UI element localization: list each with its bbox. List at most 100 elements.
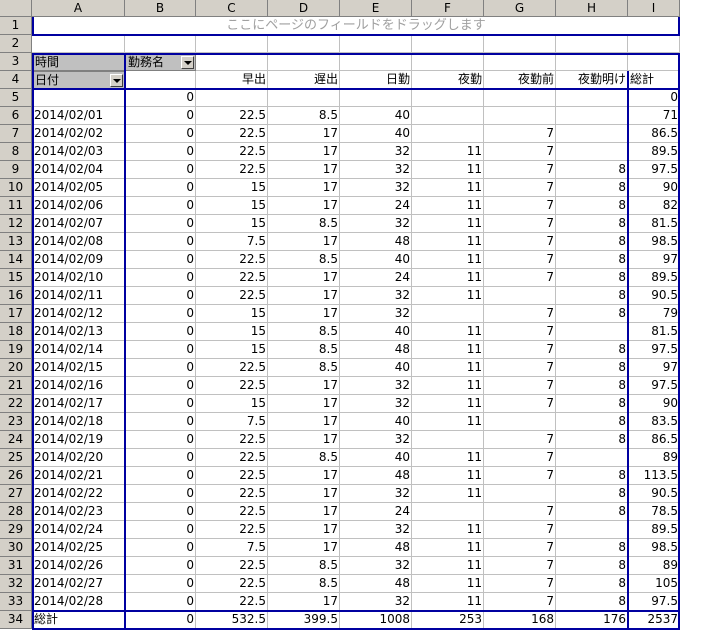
value-cell[interactable]: 32 xyxy=(340,143,412,161)
row-header-22[interactable]: 22 xyxy=(0,395,32,413)
row-total-cell[interactable]: 97.5 xyxy=(628,341,680,359)
value-cell[interactable]: 17 xyxy=(268,179,340,197)
value-cell[interactable] xyxy=(196,89,268,107)
value-cell[interactable] xyxy=(556,143,628,161)
value-cell[interactable]: 17 xyxy=(268,233,340,251)
value-cell[interactable]: 176 xyxy=(556,611,628,629)
value-cell[interactable]: 32 xyxy=(340,305,412,323)
row-total-cell[interactable]: 81.5 xyxy=(628,323,680,341)
value-cell[interactable]: 8 xyxy=(556,395,628,413)
value-cell[interactable]: 399.5 xyxy=(268,611,340,629)
value-cell[interactable]: 32 xyxy=(340,287,412,305)
grid-cell[interactable] xyxy=(196,35,268,53)
row-total-cell[interactable]: 90.5 xyxy=(628,287,680,305)
value-cell[interactable]: 7 xyxy=(484,233,556,251)
value-cell[interactable]: 11 xyxy=(412,341,484,359)
date-cell[interactable]: 2014/02/12 xyxy=(32,305,125,323)
value-cell[interactable]: 32 xyxy=(340,557,412,575)
date-cell[interactable]: 2014/02/10 xyxy=(32,269,125,287)
value-cell[interactable]: 7 xyxy=(484,215,556,233)
value-cell[interactable]: 11 xyxy=(412,143,484,161)
value-cell[interactable]: 8 xyxy=(556,215,628,233)
column-header-g[interactable]: G xyxy=(484,0,556,17)
value-cell[interactable]: 11 xyxy=(412,395,484,413)
column-header-h[interactable]: H xyxy=(556,0,628,17)
pivot-column-header[interactable]: 遅出 xyxy=(268,71,340,89)
value-cell[interactable]: 8 xyxy=(556,413,628,431)
value-cell[interactable]: 0 xyxy=(125,251,196,269)
value-cell[interactable]: 17 xyxy=(268,413,340,431)
value-cell[interactable]: 48 xyxy=(340,575,412,593)
value-cell[interactable]: 0 xyxy=(125,179,196,197)
row-header-24[interactable]: 24 xyxy=(0,431,32,449)
date-cell[interactable]: 2014/02/19 xyxy=(32,431,125,449)
row-header-16[interactable]: 16 xyxy=(0,287,32,305)
value-cell[interactable]: 0 xyxy=(125,287,196,305)
date-cell[interactable]: 2014/02/26 xyxy=(32,557,125,575)
value-cell[interactable]: 17 xyxy=(268,431,340,449)
value-cell[interactable]: 0 xyxy=(125,611,196,629)
pivot-column-header[interactable]: 夜勤 xyxy=(412,71,484,89)
value-cell[interactable]: 11 xyxy=(412,377,484,395)
value-cell[interactable]: 11 xyxy=(412,233,484,251)
value-cell[interactable]: 17 xyxy=(268,503,340,521)
row-header-25[interactable]: 25 xyxy=(0,449,32,467)
value-cell[interactable]: 24 xyxy=(340,503,412,521)
value-cell[interactable]: 7 xyxy=(484,467,556,485)
grid-cell[interactable] xyxy=(484,35,556,53)
row-field-dropdown-icon[interactable] xyxy=(110,74,123,87)
date-cell[interactable]: 2014/02/02 xyxy=(32,125,125,143)
value-cell[interactable]: 8 xyxy=(556,233,628,251)
value-cell[interactable]: 7 xyxy=(484,539,556,557)
value-cell[interactable]: 0 xyxy=(125,593,196,611)
date-cell[interactable]: 2014/02/11 xyxy=(32,287,125,305)
value-cell[interactable] xyxy=(268,89,340,107)
value-cell[interactable]: 0 xyxy=(125,395,196,413)
value-cell[interactable]: 22.5 xyxy=(196,449,268,467)
value-cell[interactable]: 11 xyxy=(412,197,484,215)
value-cell[interactable]: 22.5 xyxy=(196,485,268,503)
grid-cell[interactable] xyxy=(340,53,412,71)
row-total-cell[interactable]: 98.5 xyxy=(628,539,680,557)
row-total-cell[interactable]: 71 xyxy=(628,107,680,125)
value-cell[interactable]: 8.5 xyxy=(268,575,340,593)
value-cell[interactable] xyxy=(484,107,556,125)
value-cell[interactable]: 32 xyxy=(340,431,412,449)
row-header-23[interactable]: 23 xyxy=(0,413,32,431)
value-cell[interactable]: 22.5 xyxy=(196,107,268,125)
value-cell[interactable]: 7 xyxy=(484,431,556,449)
row-total-cell[interactable]: 0 xyxy=(628,89,680,107)
value-cell[interactable]: 1008 xyxy=(340,611,412,629)
row-header-4[interactable]: 4 xyxy=(0,71,32,89)
value-cell[interactable]: 40 xyxy=(340,359,412,377)
value-cell[interactable]: 11 xyxy=(412,467,484,485)
select-all-corner[interactable] xyxy=(0,0,32,17)
value-cell[interactable] xyxy=(556,89,628,107)
value-cell[interactable]: 8 xyxy=(556,197,628,215)
value-cell[interactable]: 0 xyxy=(125,197,196,215)
value-cell[interactable]: 0 xyxy=(125,503,196,521)
value-cell[interactable]: 15 xyxy=(196,323,268,341)
value-cell[interactable]: 8 xyxy=(556,287,628,305)
date-cell[interactable]: 2014/02/25 xyxy=(32,539,125,557)
row-total-cell[interactable]: 89.5 xyxy=(628,521,680,539)
value-cell[interactable]: 11 xyxy=(412,323,484,341)
pivot-column-header[interactable]: 夜勤前 xyxy=(484,71,556,89)
value-cell[interactable]: 7 xyxy=(484,269,556,287)
row-header-12[interactable]: 12 xyxy=(0,215,32,233)
value-cell[interactable]: 17 xyxy=(268,305,340,323)
value-cell[interactable]: 7 xyxy=(484,449,556,467)
value-cell[interactable]: 17 xyxy=(268,485,340,503)
value-cell[interactable]: 11 xyxy=(412,521,484,539)
column-header-c[interactable]: C xyxy=(196,0,268,17)
value-cell[interactable]: 0 xyxy=(125,305,196,323)
grid-cell[interactable] xyxy=(412,35,484,53)
row-header-7[interactable]: 7 xyxy=(0,125,32,143)
value-cell[interactable]: 17 xyxy=(268,197,340,215)
value-cell[interactable]: 0 xyxy=(125,341,196,359)
value-cell[interactable]: 40 xyxy=(340,125,412,143)
value-cell[interactable]: 0 xyxy=(125,269,196,287)
value-cell[interactable]: 0 xyxy=(125,449,196,467)
value-cell[interactable]: 48 xyxy=(340,467,412,485)
row-header-27[interactable]: 27 xyxy=(0,485,32,503)
